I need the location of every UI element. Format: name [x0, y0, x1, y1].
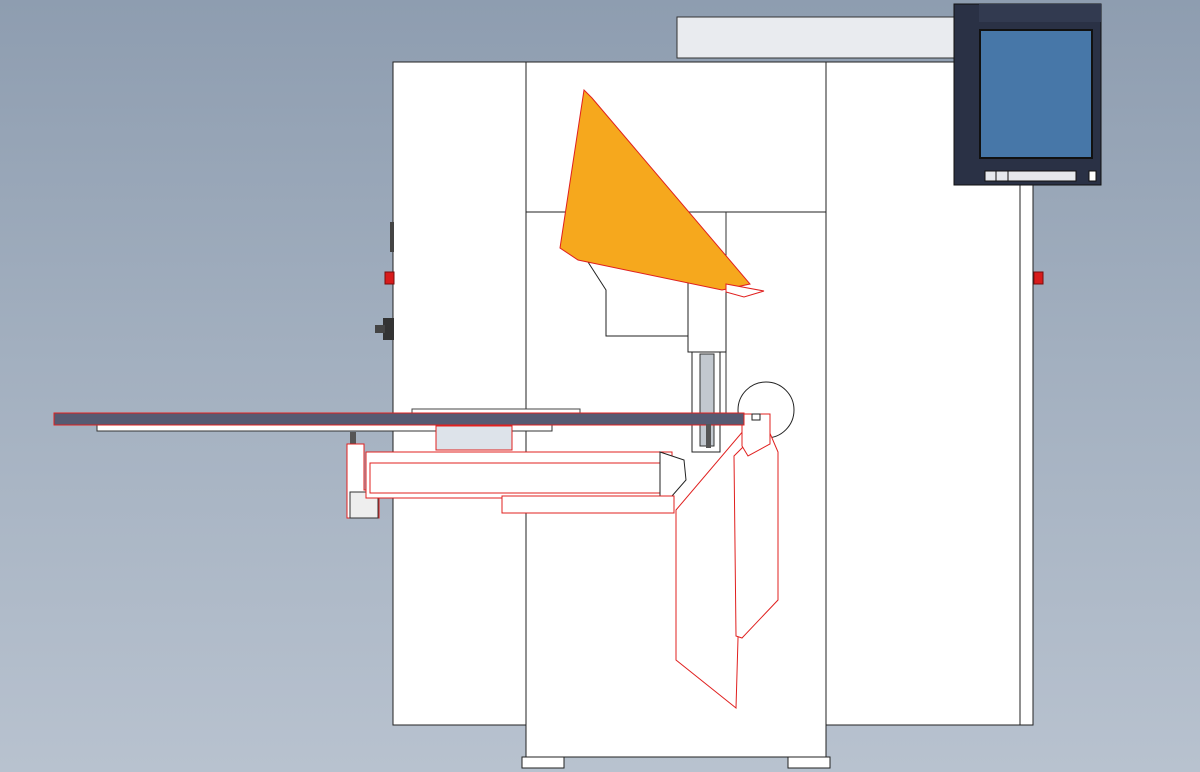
- rotary-knob-icon[interactable]: [375, 318, 394, 340]
- foot-right: [787, 756, 831, 769]
- left-side-panel: [392, 61, 527, 726]
- table-center-block: [435, 425, 513, 451]
- carriage-inner: [369, 462, 661, 494]
- screen-indicator: [1088, 170, 1097, 182]
- vertical-guide-rod: [706, 424, 711, 448]
- right-edge-strip: [1019, 179, 1034, 726]
- top-rail: [676, 16, 978, 59]
- foot-left: [521, 756, 565, 769]
- touchscreen-display[interactable]: [953, 3, 1102, 186]
- work-table-bar: [53, 412, 745, 426]
- hinge-pin: [751, 413, 761, 421]
- folding-flap-right: [733, 423, 779, 639]
- machine-drawing: [53, 3, 1102, 769]
- base-plate: [501, 495, 675, 514]
- cad-viewport: [0, 0, 1200, 772]
- left-handle-upper: [390, 222, 394, 252]
- screen-area[interactable]: [979, 29, 1093, 159]
- red-stop-button-icon[interactable]: [384, 271, 395, 285]
- screen-button-strip[interactable]: [984, 170, 1077, 182]
- red-stop-button-icon[interactable]: [1033, 271, 1044, 285]
